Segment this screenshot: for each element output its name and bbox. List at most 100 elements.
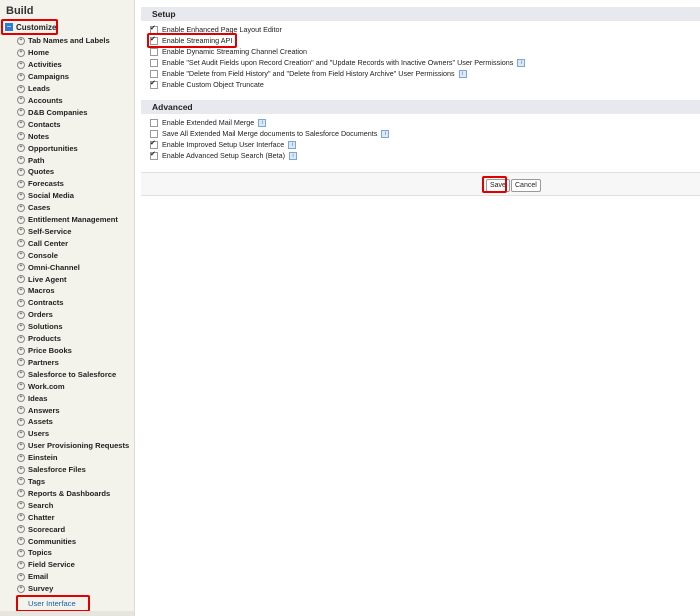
plus-icon[interactable]: + — [17, 298, 25, 307]
sidebar-item[interactable]: + Cases — [17, 202, 129, 214]
option-checkbox[interactable] — [150, 47, 158, 56]
sidebar-item[interactable]: + Work.com — [17, 380, 129, 392]
sidebar-item[interactable]: + Opportunities — [17, 142, 129, 154]
sidebar-item[interactable]: + Topics — [17, 547, 129, 559]
plus-icon[interactable]: + — [17, 334, 25, 343]
option-checkbox[interactable] — [150, 118, 158, 127]
plus-icon[interactable]: + — [17, 275, 25, 284]
option-checkbox[interactable] — [150, 150, 158, 160]
sidebar-item[interactable]: + Accounts — [17, 95, 129, 107]
sidebar-item[interactable]: + Solutions — [17, 321, 129, 333]
plus-icon[interactable]: + — [17, 96, 25, 105]
sidebar-item[interactable]: + Products — [17, 333, 129, 345]
sidebar-item[interactable]: + D&B Companies — [17, 106, 129, 118]
sidebar-item[interactable]: + Email — [17, 571, 129, 583]
info-icon[interactable]: i — [381, 129, 390, 138]
sidebar-item[interactable]: + Reports & Dashboards — [17, 487, 129, 499]
sidebar-item[interactable]: + Omni-Channel — [17, 261, 129, 273]
sidebar-item[interactable]: + Quotes — [17, 166, 129, 178]
sidebar-item[interactable]: + Assets — [17, 416, 129, 428]
plus-icon[interactable]: + — [17, 322, 25, 331]
plus-icon[interactable]: + — [17, 108, 25, 117]
plus-icon[interactable]: + — [17, 346, 25, 355]
sidebar-item[interactable]: + Search — [17, 499, 129, 511]
sidebar-item[interactable]: + Field Service — [17, 559, 129, 571]
plus-icon[interactable]: + — [17, 263, 25, 272]
sidebar-item[interactable]: + Macros — [17, 285, 129, 297]
plus-icon[interactable]: + — [17, 36, 25, 45]
plus-icon[interactable]: + — [17, 394, 25, 403]
plus-icon[interactable]: + — [17, 144, 25, 153]
plus-icon[interactable]: + — [17, 465, 25, 474]
plus-icon[interactable]: + — [17, 60, 25, 69]
plus-icon[interactable]: + — [17, 572, 25, 581]
sidebar-item[interactable]: + Console — [17, 249, 129, 261]
sidebar-item[interactable]: + Salesforce to Salesforce — [17, 368, 129, 380]
sidebar-item[interactable]: + Forecasts — [17, 178, 129, 190]
sidebar-item[interactable]: + Survey — [17, 583, 129, 595]
sidebar-item[interactable]: + Tab Names and Labels — [17, 35, 129, 47]
sidebar-item[interactable]: + Communities — [17, 535, 129, 547]
plus-icon[interactable]: + — [17, 417, 25, 426]
sidebar-item[interactable]: + Campaigns — [17, 71, 129, 83]
option-checkbox[interactable] — [150, 79, 158, 89]
sidebar-item[interactable]: + Partners — [17, 356, 129, 368]
plus-icon[interactable]: + — [17, 560, 25, 569]
plus-icon[interactable]: + — [17, 48, 25, 57]
info-icon[interactable]: i — [288, 140, 297, 149]
plus-icon[interactable]: + — [17, 251, 25, 260]
plus-icon[interactable]: + — [17, 191, 25, 200]
sidebar-item[interactable]: + Home — [17, 47, 129, 59]
plus-icon[interactable]: + — [17, 501, 25, 510]
plus-icon[interactable]: + — [17, 132, 25, 141]
sidebar-item[interactable]: + Einstein — [17, 452, 129, 464]
sidebar-item[interactable]: + Contacts — [17, 118, 129, 130]
plus-icon[interactable]: + — [17, 453, 25, 462]
plus-icon[interactable]: + — [17, 72, 25, 81]
sidebar-item[interactable]: + Notes — [17, 130, 129, 142]
info-icon[interactable]: i — [458, 69, 467, 78]
plus-icon[interactable]: + — [17, 203, 25, 212]
sidebar-item[interactable]: + User Provisioning Requests — [17, 440, 129, 452]
sidebar-item[interactable]: + Tags — [17, 476, 129, 488]
plus-icon[interactable]: + — [17, 358, 25, 367]
plus-icon[interactable]: + — [17, 548, 25, 557]
sidebar-item[interactable]: + Entitlement Management — [17, 214, 129, 226]
plus-icon[interactable]: + — [17, 156, 25, 165]
option-checkbox[interactable] — [150, 58, 158, 67]
sidebar-item[interactable]: + Chatter — [17, 511, 129, 523]
sidebar-item[interactable]: + Ideas — [17, 392, 129, 404]
option-checkbox[interactable] — [150, 129, 158, 138]
sidebar-item[interactable]: + Answers — [17, 404, 129, 416]
sidebar-item[interactable]: + Self-Service — [17, 226, 129, 238]
sidebar-item[interactable]: + Social Media — [17, 190, 129, 202]
sidebar-item[interactable]: + Activities — [17, 59, 129, 71]
plus-icon[interactable]: + — [17, 286, 25, 295]
cancel-button[interactable]: Cancel — [511, 179, 541, 192]
sidebar-item[interactable]: + Users — [17, 428, 129, 440]
sidebar-item[interactable]: + Salesforce Files — [17, 464, 129, 476]
plus-icon[interactable]: + — [17, 406, 25, 415]
sidebar-item[interactable]: + Live Agent — [17, 273, 129, 285]
plus-icon[interactable]: + — [17, 537, 25, 546]
plus-icon[interactable]: + — [17, 525, 25, 534]
sidebar-item[interactable]: + Contracts — [17, 297, 129, 309]
plus-icon[interactable]: + — [17, 584, 25, 593]
info-icon[interactable]: i — [289, 151, 298, 160]
sidebar-item[interactable]: + Call Center — [17, 237, 129, 249]
option-checkbox[interactable] — [150, 139, 158, 149]
plus-icon[interactable]: + — [17, 310, 25, 319]
plus-icon[interactable]: + — [17, 477, 25, 486]
sidebar-item[interactable]: + Scorecard — [17, 523, 129, 535]
plus-icon[interactable]: + — [17, 215, 25, 224]
info-icon[interactable]: i — [517, 58, 526, 67]
option-checkbox[interactable] — [150, 69, 158, 78]
plus-icon[interactable]: + — [17, 84, 25, 93]
sidebar-item[interactable]: + Orders — [17, 309, 129, 321]
plus-icon[interactable]: + — [17, 370, 25, 379]
plus-icon[interactable]: + — [17, 227, 25, 236]
plus-icon[interactable]: + — [17, 179, 25, 188]
plus-icon[interactable]: + — [17, 382, 25, 391]
plus-icon[interactable]: + — [17, 167, 25, 176]
plus-icon[interactable]: + — [17, 239, 25, 248]
